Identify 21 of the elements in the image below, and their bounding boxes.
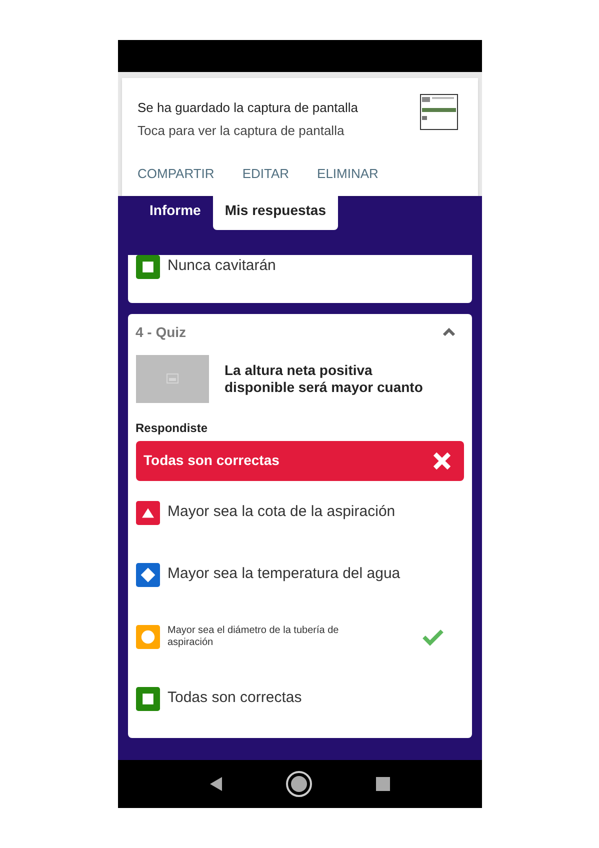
answered-text: Todas son correctas bbox=[144, 451, 280, 470]
recents-icon[interactable] bbox=[374, 776, 391, 792]
notification-card[interactable]: Se ha guardado la captura de pantalla Toca para ver la captura de pantalla COMPARTIR EDITAR ELIMINAR bbox=[122, 78, 478, 196]
answer-text: Mayor sea la temperatura del agua bbox=[168, 564, 400, 584]
notification-text: Toca para ver la captura de pantalla bbox=[138, 122, 346, 140]
answer-text: Todas son correctas bbox=[168, 688, 302, 708]
notification-action[interactable]: COMPARTIR bbox=[138, 164, 214, 184]
answer-text: Nunca cavitarán bbox=[168, 256, 276, 276]
question-text: La altura neta positiva disponible será mayor cuanto bbox=[224, 362, 424, 396]
screenshot-thumbnail bbox=[420, 94, 458, 130]
notification-action[interactable]: ELIMINAR bbox=[317, 164, 378, 184]
cross-icon bbox=[432, 450, 452, 470]
answered-label: Respondiste bbox=[136, 420, 209, 436]
notification-action[interactable]: EDITAR bbox=[242, 164, 290, 184]
answer-text: Mayor sea el diámetro de la tubería de aspiración bbox=[168, 624, 340, 648]
answer-text: Mayor sea la cota de la aspiración bbox=[168, 502, 396, 522]
notification-title: Se ha guardado la captura de pantalla bbox=[138, 99, 358, 117]
chevron-up-icon[interactable] bbox=[442, 327, 456, 337]
back-icon[interactable] bbox=[208, 776, 224, 792]
home-icon[interactable] bbox=[285, 770, 314, 798]
question-title: 4 - Quiz bbox=[136, 322, 186, 342]
